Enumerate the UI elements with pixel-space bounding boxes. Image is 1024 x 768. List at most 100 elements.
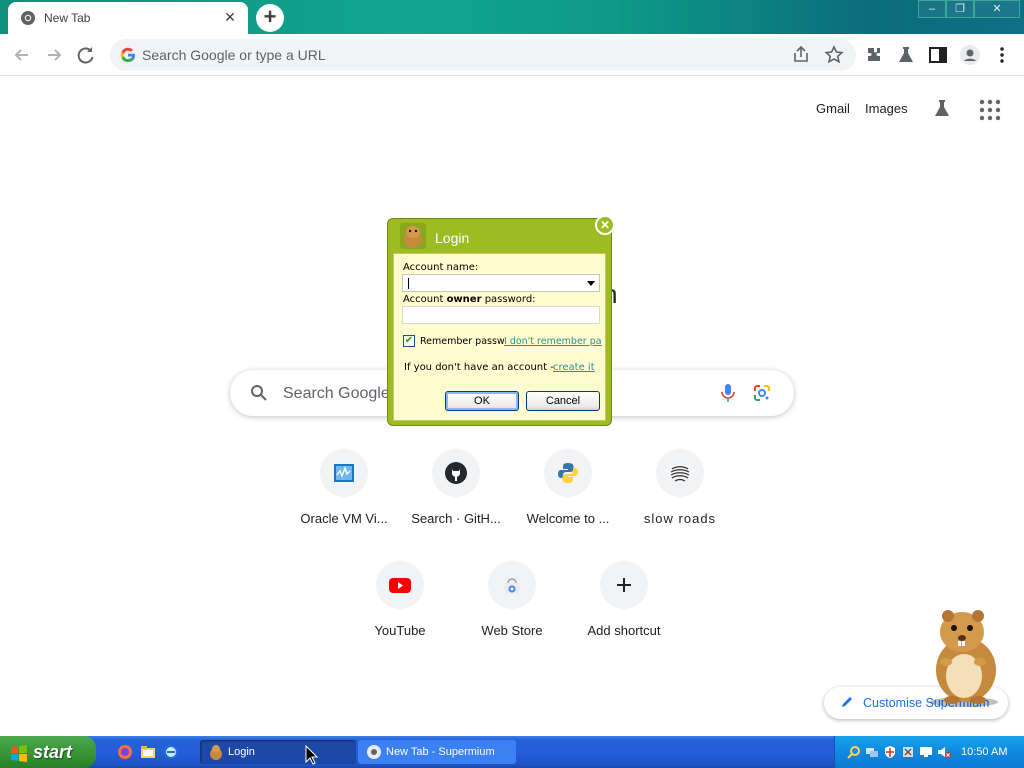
mouse-cursor-icon — [305, 745, 319, 765]
menu-kebab-icon[interactable] — [990, 43, 1014, 67]
remember-password-checkbox[interactable]: ✔ — [403, 335, 415, 347]
images-link[interactable]: Images — [865, 101, 908, 116]
explorer-folder-icon[interactable] — [140, 744, 156, 760]
clock: 10:50 AM — [961, 746, 1008, 758]
new-tab-button[interactable]: + — [256, 4, 284, 32]
tab-title: New Tab — [44, 11, 91, 25]
login-close-icon[interactable]: ✕ — [595, 215, 615, 235]
apps-grid-icon[interactable] — [979, 99, 1001, 121]
hamster-avatar-icon — [400, 223, 426, 249]
back-icon[interactable] — [9, 42, 35, 68]
owner-password-label: Account owner password: — [403, 294, 536, 305]
windows-logo-icon — [11, 745, 27, 762]
owner-password-label-bold: owner — [446, 294, 482, 305]
shortcut-python[interactable]: Welcome to ... — [512, 449, 624, 549]
login-form: Account name: Account owner password: ✔ … — [393, 253, 606, 421]
dropdown-arrow-icon[interactable] — [587, 281, 595, 286]
search-tray-icon[interactable] — [847, 745, 861, 759]
shortcut-label: Web Store — [481, 623, 543, 638]
shortcut-label: Add shortcut — [587, 623, 661, 638]
shortcut-github[interactable]: Search · GitH... — [400, 449, 512, 549]
volume-muted-icon[interactable] — [937, 745, 951, 759]
owner-password-label-prefix: Account — [403, 294, 447, 305]
profile-avatar-icon[interactable] — [958, 43, 982, 67]
python-icon — [558, 463, 578, 483]
taskbar-item-login[interactable]: Login — [200, 740, 356, 764]
virtualbox-icon — [334, 464, 354, 482]
shortcut-web-store[interactable]: Web Store — [456, 561, 568, 661]
google-icon — [120, 47, 136, 63]
search-icon — [251, 385, 267, 401]
display-tray-icon[interactable] — [919, 745, 933, 759]
shortcut-slow-roads[interactable]: slow roads — [624, 449, 736, 549]
remember-password-label: Remember passw — [420, 336, 505, 347]
tools-tray-icon[interactable] — [901, 745, 915, 759]
shortcut-label: Welcome to ... — [526, 511, 610, 526]
extensions-icon[interactable] — [862, 43, 886, 67]
browser-titlebar: New Tab ✕ + – ❐ ✕ — [0, 0, 1024, 34]
reload-icon[interactable] — [73, 42, 99, 68]
labs-extension-icon[interactable] — [894, 43, 918, 67]
start-label: start — [33, 742, 73, 762]
firefox-icon[interactable] — [117, 744, 133, 760]
window-close-button[interactable]: ✕ — [974, 0, 1020, 18]
gmail-link[interactable]: Gmail — [816, 101, 850, 116]
share-icon[interactable] — [790, 43, 814, 67]
taskbar: start Login New Tab - Supermium 10:50 AM — [0, 736, 1024, 768]
supermium-icon — [367, 745, 381, 759]
account-name-label: Account name: — [403, 262, 479, 273]
restore-button[interactable]: ❐ — [946, 0, 974, 18]
web-store-icon — [504, 578, 520, 594]
shortcut-circle — [600, 561, 648, 609]
security-shield-icon[interactable] — [883, 745, 897, 759]
tab-close-icon[interactable]: ✕ — [222, 9, 238, 25]
labs-flask-icon[interactable] — [930, 97, 954, 121]
bookmark-star-icon[interactable] — [822, 43, 846, 67]
shortcut-label: Oracle VM Vi... — [300, 511, 388, 526]
address-bar[interactable]: Search Google or type a URL — [110, 39, 856, 71]
shortcut-label: YouTube — [374, 623, 426, 638]
text-caret — [408, 278, 409, 289]
slow-roads-icon — [670, 466, 690, 482]
cancel-button[interactable]: Cancel — [526, 391, 600, 411]
search-placeholder: Search Google — [283, 385, 390, 402]
network-tray-icon[interactable] — [865, 745, 879, 759]
ok-button[interactable]: OK — [445, 391, 519, 411]
system-tray: 10:50 AM — [834, 736, 1024, 768]
chrome-icon — [21, 11, 35, 25]
login-dialog: Login ✕ Account name: Account owner pass… — [387, 215, 615, 426]
shortcut-circle — [432, 449, 480, 497]
shortcut-circle — [376, 561, 424, 609]
youtube-icon — [389, 578, 411, 593]
address-bar-placeholder: Search Google or type a URL — [142, 47, 326, 63]
browser-toolbar: Search Google or type a URL — [0, 34, 1024, 76]
account-name-combobox[interactable] — [402, 274, 600, 292]
forward-icon[interactable] — [41, 42, 67, 68]
shortcut-label: slow roads — [643, 511, 717, 526]
forgot-password-link[interactable]: I don't remember pas — [504, 336, 602, 347]
shortcut-circle — [656, 449, 704, 497]
side-panel-icon[interactable] — [926, 43, 950, 67]
shortcut-circle — [488, 561, 536, 609]
shortcut-circle — [544, 449, 592, 497]
pencil-icon — [842, 697, 852, 707]
minimize-button[interactable]: – — [918, 0, 946, 18]
taskbar-item-new-tab[interactable]: New Tab - Supermium — [358, 740, 516, 764]
hamster-mascot-icon[interactable] — [918, 604, 1010, 708]
ie-browser-icon[interactable] — [163, 744, 179, 760]
create-account-link[interactable]: create it — [553, 362, 595, 373]
taskbar-item-label: Login — [228, 746, 255, 758]
google-lens-icon[interactable] — [752, 383, 772, 403]
taskbar-item-label: New Tab - Supermium — [386, 746, 495, 758]
shortcut-oracle-vm[interactable]: Oracle VM Vi... — [288, 449, 400, 549]
shortcut-add[interactable]: Add shortcut — [568, 561, 680, 661]
start-button[interactable]: start — [0, 736, 96, 768]
hamster-app-icon — [210, 745, 222, 760]
owner-password-label-suffix: password: — [481, 294, 536, 305]
shortcut-label: Search · GitH... — [411, 511, 501, 526]
shortcut-youtube[interactable]: YouTube — [344, 561, 456, 661]
tab-new-tab[interactable]: New Tab ✕ — [8, 2, 248, 34]
plus-icon — [617, 578, 631, 592]
microphone-icon[interactable] — [718, 382, 738, 404]
password-field[interactable] — [402, 306, 600, 324]
